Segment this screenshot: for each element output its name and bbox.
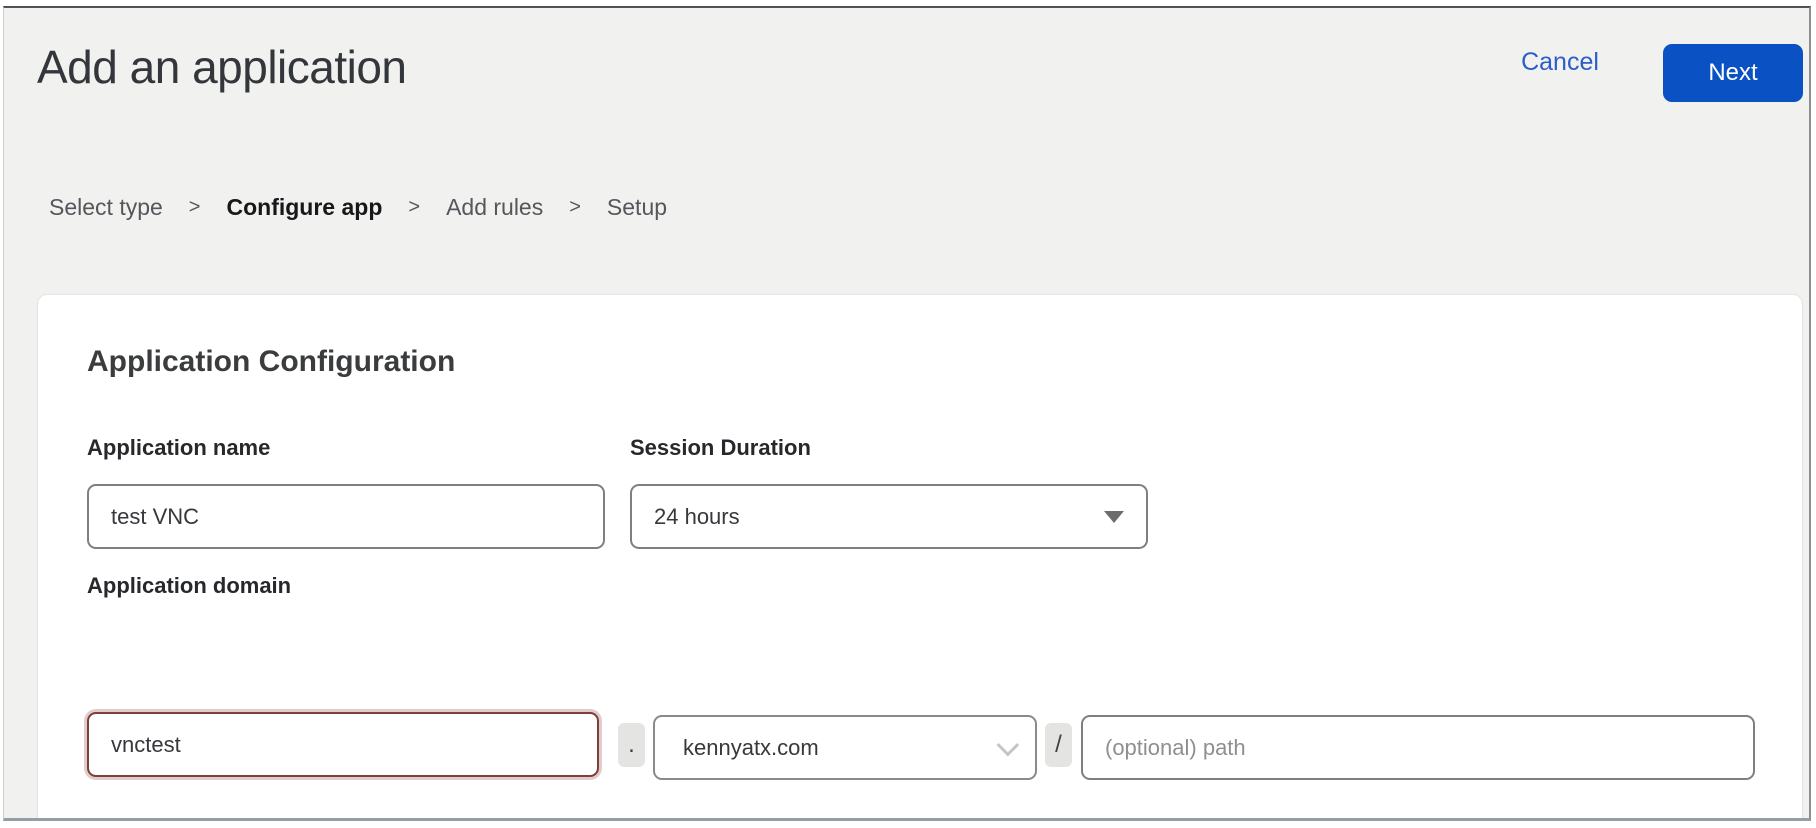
chevron-down-icon [997,733,1020,756]
session-duration-select[interactable]: 24 hours [630,484,1148,549]
next-button[interactable]: Next [1663,44,1803,102]
step-setup[interactable]: Setup [607,194,667,221]
step-separator-icon: > [569,196,581,219]
step-separator-icon: > [189,196,201,219]
step-add-rules[interactable]: Add rules [446,194,543,221]
application-name-input[interactable] [87,484,605,549]
configuration-card: Application Configuration Application na… [37,294,1803,821]
cancel-button[interactable]: Cancel [1500,48,1620,77]
domain-select[interactable]: kennyatx.com [653,715,1037,780]
wizard-stepper: Select type > Configure app > Add rules … [49,194,667,221]
section-title: Application Configuration [87,345,455,379]
subdomain-input[interactable] [87,712,599,777]
session-duration-value: 24 hours [654,504,740,530]
step-configure-app[interactable]: Configure app [226,194,382,221]
page-title: Add an application [37,40,407,94]
application-name-label: Application name [87,435,270,461]
session-duration-label: Session Duration [630,435,811,461]
slash-separator: / [1045,723,1072,767]
step-separator-icon: > [408,196,420,219]
application-domain-label: Application domain [87,573,291,599]
caret-down-icon [1104,511,1124,523]
domain-value: kennyatx.com [683,735,819,761]
dot-separator: . [618,723,645,767]
path-input[interactable] [1081,715,1755,780]
step-select-type[interactable]: Select type [49,194,163,221]
app-window: Add an application Cancel Next Select ty… [3,6,1811,821]
